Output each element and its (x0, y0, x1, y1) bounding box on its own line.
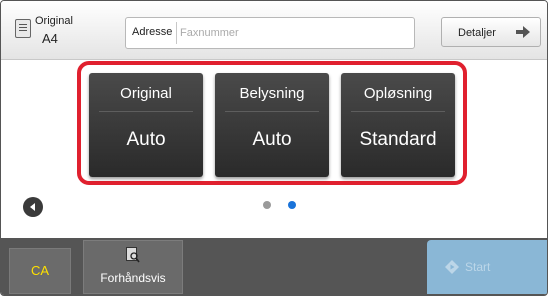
tile-divider (351, 111, 445, 112)
tile-divider (225, 111, 319, 112)
address-divider (176, 22, 177, 44)
settings-panel: Original Auto Belysning Auto Opløsning S… (77, 61, 467, 185)
chevron-left-icon (30, 203, 35, 211)
address-label: Adresse (132, 26, 173, 38)
preview-label: Forhåndsvis (100, 271, 166, 285)
fax-screen: Original A4 Adresse Detaljer Original Au… (0, 0, 548, 296)
tile-title: Belysning (239, 85, 305, 102)
previous-page-button[interactable] (23, 197, 43, 217)
tile-title: Opløsning (363, 85, 433, 102)
start-diamond-icon (445, 260, 459, 274)
tile-divider (99, 111, 193, 112)
start-label: Start (465, 260, 491, 274)
exposure-setting-tile[interactable]: Belysning Auto (215, 73, 329, 177)
preview-button[interactable]: Forhåndsvis (83, 240, 183, 294)
tile-value: Auto (126, 129, 166, 150)
resolution-setting-tile[interactable]: Opløsning Standard (341, 73, 455, 177)
tile-title: Original (120, 85, 172, 102)
original-size-indicator[interactable]: Original A4 (9, 7, 109, 53)
page-indicator-dot-active (288, 201, 296, 209)
preview-magnifier-icon (126, 247, 140, 263)
bottom-bar: CA Forhåndsvis Start (1, 238, 547, 295)
original-document-icon (15, 19, 31, 38)
tile-value: Standard (359, 129, 437, 150)
address-field[interactable]: Adresse (125, 17, 415, 49)
clear-all-button[interactable]: CA (9, 248, 71, 294)
fax-number-input[interactable] (180, 21, 408, 45)
start-button[interactable]: Start (427, 240, 547, 294)
top-bar: Original A4 Adresse Detaljer (1, 1, 547, 60)
details-button-label: Detaljer (458, 27, 496, 39)
arrow-right-icon (516, 26, 530, 38)
tile-value: Auto (252, 129, 292, 150)
original-setting-tile[interactable]: Original Auto (89, 73, 203, 177)
clear-all-label: CA (30, 263, 50, 278)
original-label: Original (35, 15, 73, 27)
original-size-value: A4 (42, 31, 58, 46)
details-button[interactable]: Detaljer (441, 17, 541, 47)
page-indicator-dot (263, 201, 271, 209)
